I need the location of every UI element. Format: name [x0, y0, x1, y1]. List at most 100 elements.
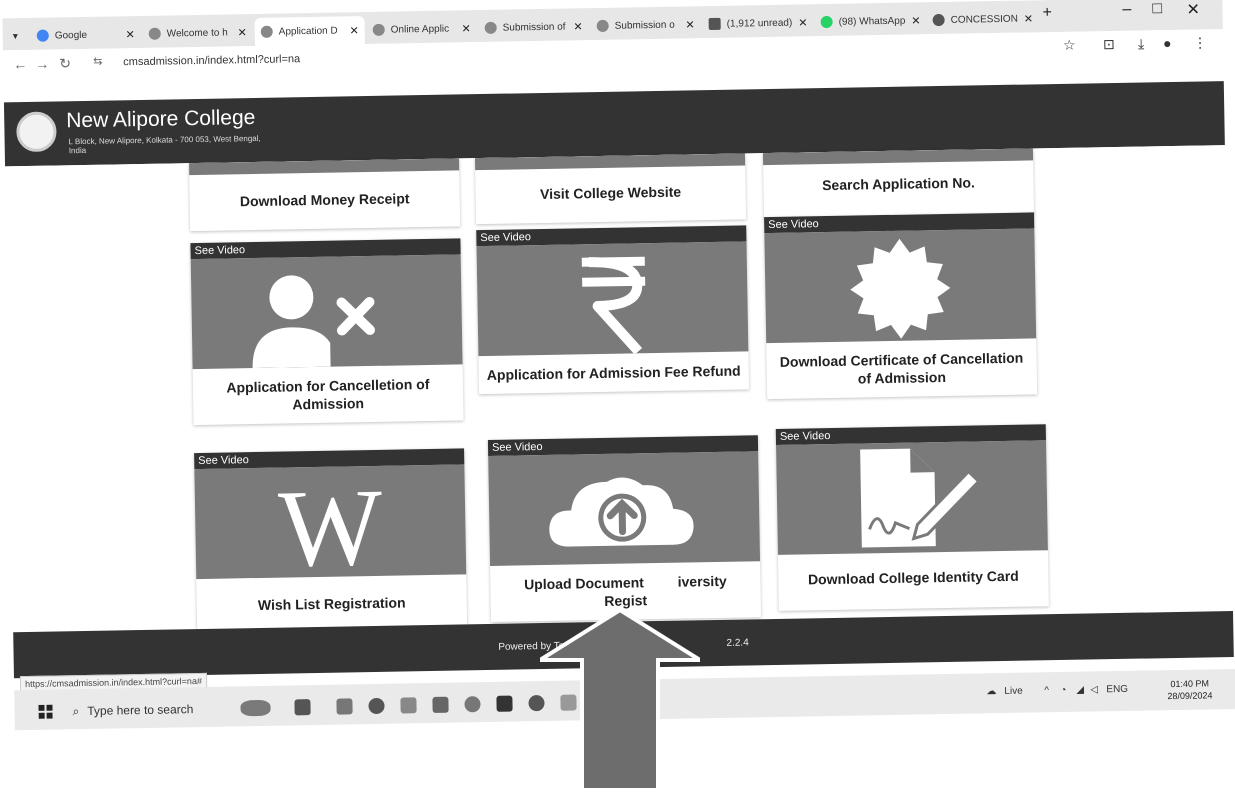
- site-icon: [148, 27, 161, 40]
- svg-text:W: W: [277, 466, 383, 579]
- close-icon[interactable]: ✕: [455, 22, 470, 35]
- site-icon: [372, 23, 385, 36]
- close-icon[interactable]: ✕: [231, 26, 246, 39]
- whatsapp-icon: [820, 15, 833, 29]
- card-title-part: Upload Document: [523, 574, 645, 593]
- app-icon[interactable]: [336, 698, 353, 715]
- tab-label: CONCESSION: [950, 13, 1018, 26]
- wikipedia-w-icon: W: [194, 464, 467, 580]
- card-title-part: iversity: [677, 572, 727, 590]
- tab-label: (98) WhatsApp: [838, 15, 906, 28]
- minimize-icon[interactable]: –: [1122, 1, 1131, 19]
- url-field[interactable]: cmsadmission.in/index.html?curl=na: [123, 53, 300, 68]
- chrome-icon: [932, 13, 945, 27]
- certificate-badge-icon: [764, 228, 1037, 344]
- close-icon[interactable]: ✕: [905, 14, 920, 27]
- tab-concession[interactable]: CONCESSION ✕: [926, 6, 1036, 32]
- live-label[interactable]: Live: [1004, 686, 1023, 697]
- version-text: 2.2.4: [726, 637, 749, 649]
- tab-mail[interactable]: (1,912 unread) ✕: [702, 10, 812, 36]
- close-icon[interactable]: ✕: [792, 16, 807, 29]
- network-icon[interactable]: ◔: [1060, 685, 1066, 696]
- tray-chevron-icon[interactable]: ^: [1044, 685, 1049, 696]
- reload-icon[interactable]: ↻: [59, 55, 71, 72]
- new-tab-icon[interactable]: +: [1042, 4, 1052, 22]
- taskbar-search[interactable]: ⌕ Type here to search: [72, 696, 242, 723]
- clock[interactable]: 01:40 PM 28/09/2024: [1167, 677, 1212, 702]
- tab-submission-2[interactable]: Submission o ✕: [590, 12, 700, 38]
- tab-label: Submission of: [502, 21, 566, 34]
- card-download-money-receipt[interactable]: Download Money Receipt: [189, 158, 461, 232]
- time: 01:40 PM: [1170, 678, 1210, 690]
- site-icon: [596, 19, 609, 33]
- pointer-arrow: [540, 610, 700, 790]
- tab-label: Application D: [278, 25, 338, 38]
- card-cancellation-admission[interactable]: See Video Application for Cancelletion o…: [190, 238, 464, 426]
- edge-icon[interactable]: [368, 697, 385, 715]
- card-search-application-no[interactable]: Search Application No.: [762, 148, 1035, 220]
- mail-icon[interactable]: [432, 696, 449, 713]
- tab-welcome[interactable]: Welcome to h ✕: [143, 20, 253, 46]
- search-icon: ⌕: [72, 703, 80, 718]
- wifi-icon[interactable]: ◢: [1076, 685, 1084, 696]
- back-icon[interactable]: ←: [13, 56, 27, 72]
- signature-document-icon: [776, 440, 1048, 555]
- language-indicator[interactable]: ENG: [1106, 684, 1128, 695]
- site-info-icon[interactable]: ⇆: [93, 55, 102, 68]
- date: 28/09/2024: [1167, 690, 1213, 702]
- download-icon[interactable]: ⤓: [1138, 35, 1144, 52]
- card-title: Download Money Receipt: [239, 190, 410, 210]
- card-title: Application for Admission Fee Refund: [486, 362, 741, 383]
- tab-label: Google: [54, 29, 88, 41]
- google-icon: [36, 29, 49, 42]
- extensions-icon[interactable]: ⊡: [1103, 36, 1115, 53]
- college-name: New Alipore College: [66, 105, 256, 133]
- tab-label: (1,912 unread): [726, 17, 793, 30]
- tab-submission-1[interactable]: Submission of ✕: [479, 14, 589, 40]
- card-title-part: Regist: [604, 592, 648, 609]
- store-icon[interactable]: [400, 697, 417, 714]
- chrome-icon[interactable]: [464, 696, 481, 713]
- tab-label: Online Applic: [390, 23, 450, 36]
- tab-label: Submission o: [614, 19, 675, 32]
- maximize-icon[interactable]: □: [1152, 0, 1162, 18]
- card-visit-college-website[interactable]: Visit College Website: [474, 153, 747, 225]
- card-wish-list-registration[interactable]: See Video W Wish List Registration: [194, 448, 468, 640]
- windows-start-icon[interactable]: [38, 704, 53, 719]
- card-title: Download Certificate of Cancellation of …: [779, 349, 1024, 387]
- card-title: Visit College Website: [539, 183, 682, 203]
- card-title: Search Application No.: [821, 174, 975, 194]
- tab-search-icon[interactable]: ▾: [7, 24, 27, 48]
- menu-dots-icon[interactable]: ⋮: [1193, 34, 1207, 51]
- card-cancellation-certificate[interactable]: See Video Download Certificate of Cancel…: [764, 212, 1038, 400]
- card-admission-fee-refund[interactable]: See Video Application for Admission Fee …: [476, 225, 750, 395]
- close-icon[interactable]: ✕: [679, 18, 694, 31]
- weather-widget-icon[interactable]: ☁: [986, 686, 996, 697]
- tab-whatsapp[interactable]: (98) WhatsApp ✕: [814, 8, 924, 34]
- site-icon: [260, 25, 273, 38]
- card-grid: Download Money Receipt Visit College Web…: [5, 145, 1234, 647]
- tab-online-applic[interactable]: Online Applic ✕: [367, 16, 477, 42]
- tab-google[interactable]: Google ✕: [31, 22, 141, 48]
- mail-icon: [708, 17, 721, 31]
- forward-icon[interactable]: →: [35, 56, 49, 72]
- volume-icon[interactable]: ◁: [1090, 684, 1098, 695]
- cloud-upload-icon: [488, 451, 761, 566]
- card-title: Download College Identity Card: [807, 567, 1019, 588]
- tab-label: Welcome to h: [166, 26, 228, 40]
- close-icon[interactable]: ✕: [343, 24, 358, 37]
- card-college-identity-card[interactable]: See Video Download College Identity Card: [775, 424, 1049, 611]
- close-icon[interactable]: ✕: [119, 28, 134, 41]
- college-logo: [16, 111, 57, 153]
- window-close-icon[interactable]: ✕: [1186, 0, 1200, 20]
- close-icon[interactable]: ✕: [1018, 12, 1033, 25]
- card-upload-document[interactable]: See Video Upload Document iversity Regis…: [487, 435, 762, 622]
- search-placeholder: Type here to search: [87, 702, 194, 719]
- profile-icon[interactable]: ●: [1163, 35, 1172, 51]
- youtube-icon[interactable]: [496, 695, 513, 712]
- tab-application[interactable]: Application D ✕: [254, 16, 365, 46]
- close-icon[interactable]: ✕: [567, 20, 582, 33]
- bookmark-star-icon[interactable]: ☆: [1063, 37, 1076, 54]
- task-view-icon[interactable]: [294, 699, 311, 716]
- weather-icon[interactable]: [240, 699, 271, 717]
